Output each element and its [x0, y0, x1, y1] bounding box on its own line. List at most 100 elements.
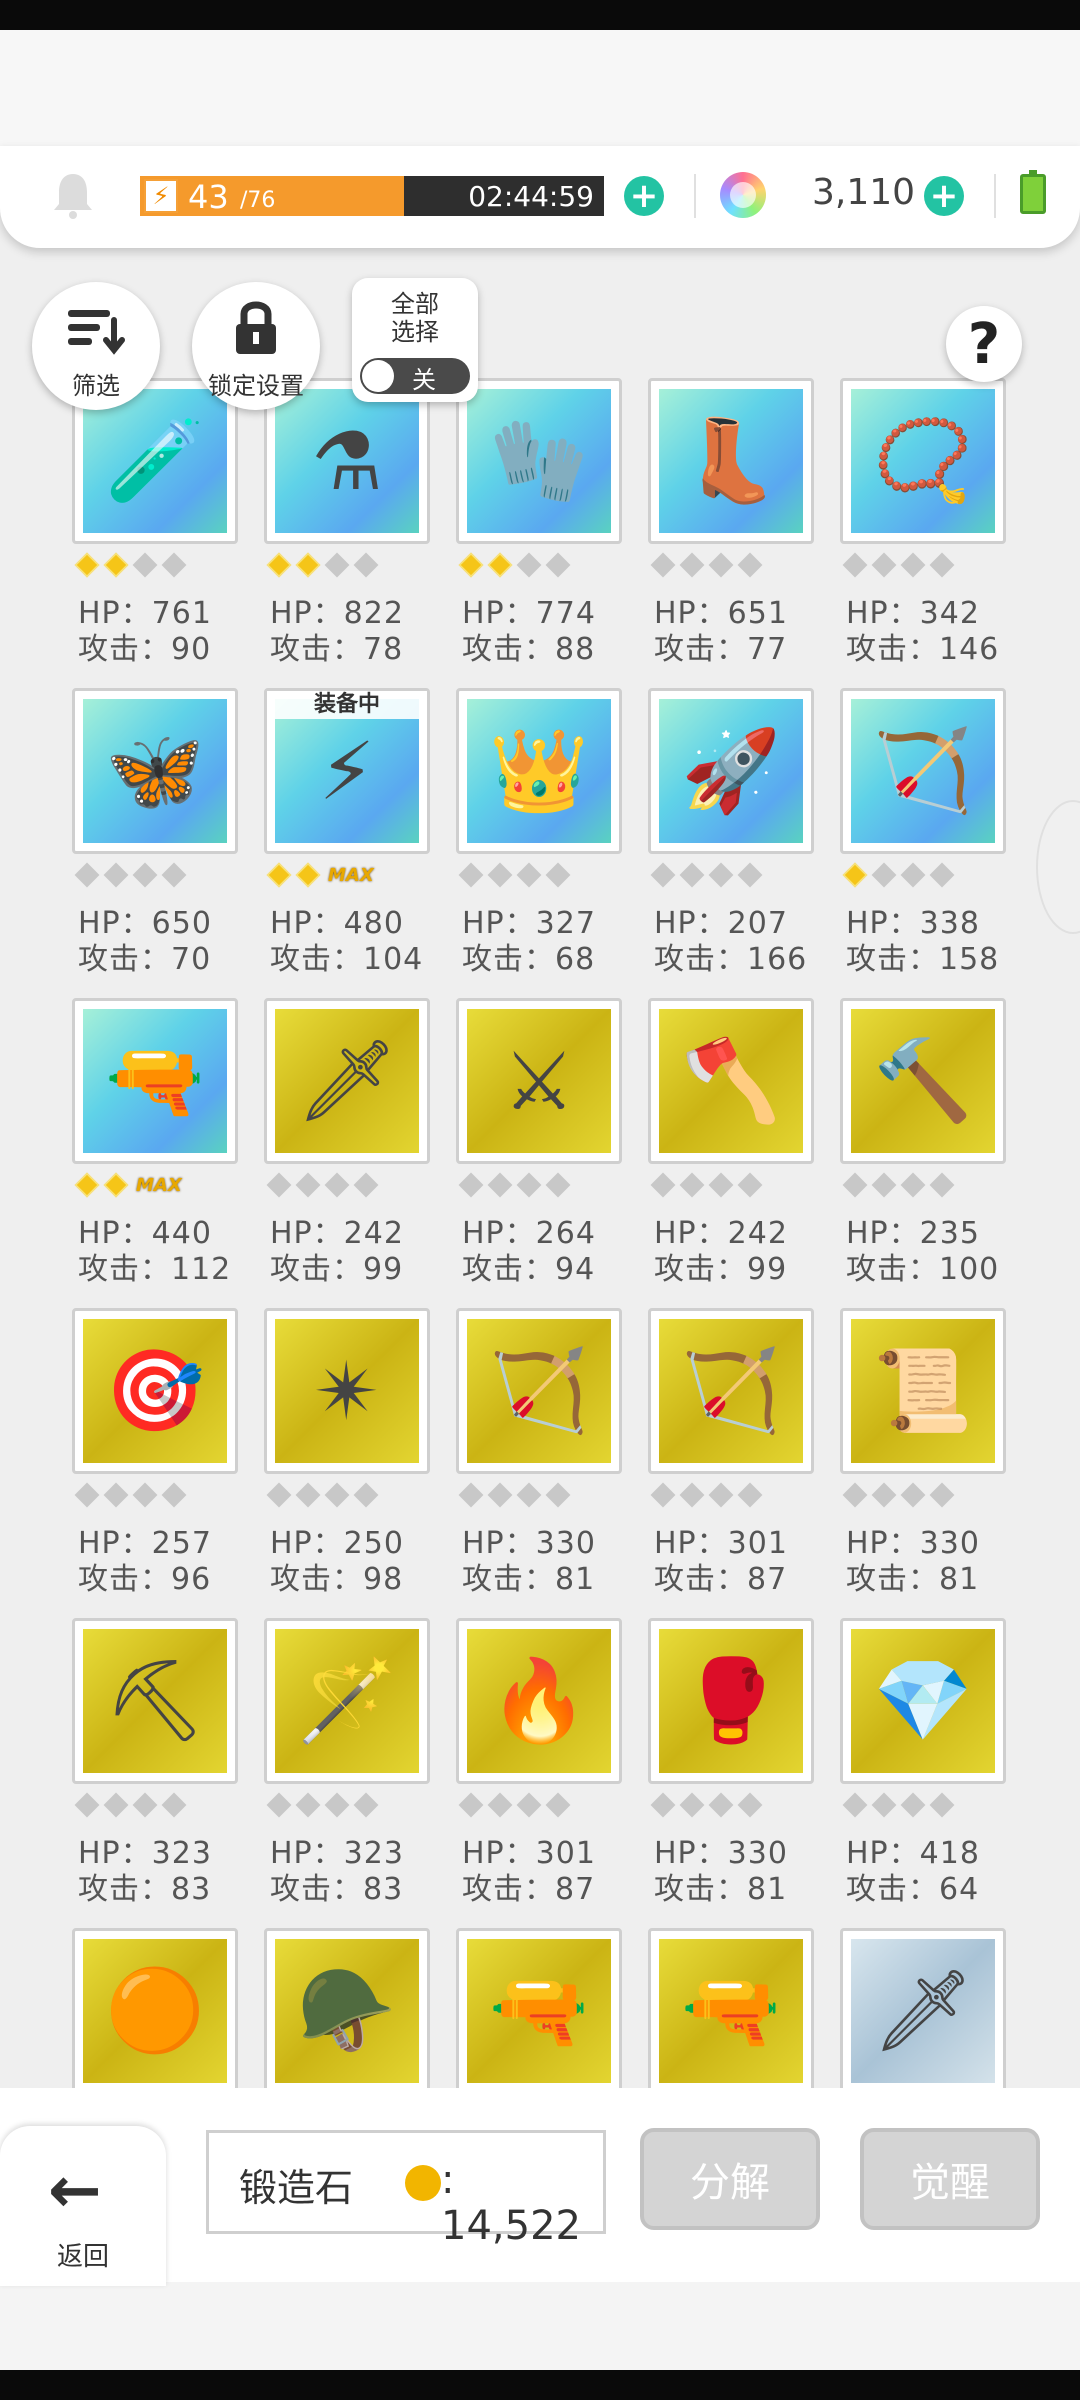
wood-bow-icon: 🏹 — [851, 699, 995, 843]
grey-star-icon — [295, 1792, 321, 1818]
item-slot-amber-amulet[interactable]: 🟠 — [72, 1928, 264, 2088]
item-card[interactable]: 🔫 — [72, 998, 238, 1164]
item-slot-pistol[interactable]: 🔫 — [648, 1928, 840, 2088]
item-attack: 攻击：99 — [270, 1252, 404, 1287]
item-card[interactable]: 🥊 — [648, 1618, 814, 1784]
grey-star-icon — [161, 862, 187, 888]
item-card[interactable]: 🔫 — [456, 1928, 622, 2088]
item-slot-blue-blaster[interactable]: 🔫 — [456, 1928, 648, 2088]
item-slot-steel-sword[interactable]: 🗡 — [840, 1928, 1032, 2088]
grey-star-icon — [650, 1792, 676, 1818]
grey-star-icon — [516, 552, 542, 578]
item-card[interactable]: 🪓 — [648, 998, 814, 1164]
item-slot-wood-bow[interactable]: 🏹 HP：338 攻击：158 — [840, 688, 1032, 988]
grey-star-icon — [324, 1482, 350, 1508]
item-slot-battle-axe[interactable]: 🪓 HP：242 攻击：99 — [648, 998, 840, 1298]
item-card[interactable]: ⚡ 装备中 — [264, 688, 430, 854]
lightning-icon: ⚡ — [144, 179, 178, 213]
item-card[interactable]: 🗡 — [840, 1928, 1006, 2088]
awaken-button[interactable]: 觉醒 — [860, 2128, 1040, 2230]
item-slot-poison-potion[interactable]: 🧪 HP：761 攻击：90 — [72, 378, 264, 678]
rarity-stars — [458, 1480, 576, 1510]
item-attack: 攻击：78 — [270, 632, 404, 667]
help-button[interactable]: ? — [946, 306, 1022, 382]
item-slot-thunder-crown[interactable]: ⚡ 装备中 MAX HP：480 攻击：104 — [264, 688, 456, 988]
item-card[interactable]: 🪄 — [264, 1618, 430, 1784]
add-gems-button[interactable]: + — [924, 176, 964, 216]
grey-star-icon — [458, 1482, 484, 1508]
divider — [694, 174, 696, 218]
item-card[interactable]: 🧤 — [456, 378, 622, 544]
thunder-crown-icon: ⚡ — [275, 699, 419, 843]
grey-star-icon — [353, 1172, 379, 1198]
item-slot-star-staff[interactable]: ✴ HP：250 攻击：98 — [264, 1308, 456, 1608]
item-slot-dark-helmet[interactable]: 🪖 — [264, 1928, 456, 2088]
item-card[interactable]: 🏹 — [648, 1308, 814, 1474]
item-slot-green-bow[interactable]: 🏹 HP：301 攻击：87 — [648, 1308, 840, 1608]
item-card[interactable]: ⚔ — [456, 998, 622, 1164]
item-card[interactable]: ⛏ — [72, 1618, 238, 1784]
item-slot-ice-sword[interactable]: 🗡 HP：242 攻击：99 — [264, 998, 456, 1298]
item-slot-blue-gem[interactable]: 💎 HP：418 攻击：64 — [840, 1618, 1032, 1918]
grey-star-icon — [545, 1482, 571, 1508]
item-attack: 攻击：96 — [78, 1562, 212, 1597]
item-card[interactable]: 🪖 — [264, 1928, 430, 2088]
item-card[interactable]: 🚀 — [648, 688, 814, 854]
item-card[interactable]: 🏹 — [456, 1308, 622, 1474]
item-attack: 攻击：77 — [654, 632, 788, 667]
grey-star-icon — [545, 1172, 571, 1198]
item-card[interactable]: 👢 — [648, 378, 814, 544]
item-card[interactable]: ⚗ — [264, 378, 430, 544]
item-slot-blue-potion[interactable]: ⚗ HP：822 攻击：78 — [264, 378, 456, 678]
item-slot-boot[interactable]: 👢 HP：651 攻击：77 — [648, 378, 840, 678]
item-slot-gauntlet[interactable]: 🧤 HP：774 攻击：88 — [456, 378, 648, 678]
item-slot-pickaxe-bow[interactable]: ⛏ HP：323 攻击：83 — [72, 1618, 264, 1918]
item-card[interactable]: 👑 — [456, 688, 622, 854]
energy-timer: 02:44:59 — [468, 180, 594, 213]
item-card[interactable]: 🎯 — [72, 1308, 238, 1474]
grey-star-icon — [324, 1792, 350, 1818]
item-slot-bracelet[interactable]: 📿 HP：342 攻击：146 — [840, 378, 1032, 678]
item-card[interactable]: 🏹 — [840, 688, 1006, 854]
bell-icon[interactable] — [50, 170, 96, 220]
item-slot-rifle[interactable]: 🔫 MAX HP：440 攻击：112 — [72, 998, 264, 1298]
item-card[interactable]: 📿 — [840, 378, 1006, 544]
lock-settings-button[interactable]: 锁定设置 — [192, 282, 320, 410]
item-slot-dark-sword[interactable]: ⚔ HP：264 攻击：94 — [456, 998, 648, 1298]
item-card[interactable]: 🔥 — [456, 1618, 622, 1784]
item-slot-fire-spear[interactable]: 🚀 HP：207 攻击：166 — [648, 688, 840, 988]
grey-star-icon — [929, 552, 955, 578]
item-attack: 攻击：100 — [846, 1252, 1000, 1287]
item-slot-spell-book[interactable]: 📜 HP：330 攻击：81 — [840, 1308, 1032, 1608]
item-card[interactable]: 🔫 — [648, 1928, 814, 2088]
gold-star-icon — [266, 552, 292, 578]
item-attack: 攻击：146 — [846, 632, 1000, 667]
gold-star-icon — [74, 552, 100, 578]
item-card[interactable]: 🗡 — [264, 998, 430, 1164]
energy-max: /76 — [240, 188, 276, 213]
item-card[interactable]: 🟠 — [72, 1928, 238, 2088]
item-slot-wings[interactable]: 🦋 HP：650 攻击：70 — [72, 688, 264, 988]
item-slot-crossbow[interactable]: 🎯 HP：257 攻击：96 — [72, 1308, 264, 1608]
item-slot-dark-staff[interactable]: 🪄 HP：323 攻击：83 — [264, 1618, 456, 1918]
item-card[interactable]: 💎 — [840, 1618, 1006, 1784]
item-slot-gold-hammer[interactable]: 🔨 HP：235 攻击：100 — [840, 998, 1032, 1298]
dismantle-button[interactable]: 分解 — [640, 2128, 820, 2230]
grey-star-icon — [353, 1482, 379, 1508]
item-card[interactable]: 📜 — [840, 1308, 1006, 1474]
poison-potion-icon: 🧪 — [83, 389, 227, 533]
rifle-icon: 🔫 — [83, 1009, 227, 1153]
item-card[interactable]: ✴ — [264, 1308, 430, 1474]
item-card[interactable]: 🔨 — [840, 998, 1006, 1164]
item-slot-fire-staff[interactable]: 🔥 HP：301 攻击：87 — [456, 1618, 648, 1918]
grey-star-icon — [679, 552, 705, 578]
add-energy-button[interactable]: + — [624, 176, 664, 216]
item-slot-blue-bow[interactable]: 🏹 HP：330 攻击：81 — [456, 1308, 648, 1608]
filter-button[interactable]: 筛选 — [32, 282, 160, 410]
item-slot-red-glove[interactable]: 🥊 HP：330 攻击：81 — [648, 1618, 840, 1918]
item-slot-gold-crown[interactable]: 👑 HP：327 攻击：68 — [456, 688, 648, 988]
grey-star-icon — [103, 862, 129, 888]
select-all-toggle[interactable]: 关 — [360, 358, 470, 394]
item-card[interactable]: 🦋 — [72, 688, 238, 854]
back-button[interactable]: ← 返回 — [0, 2126, 166, 2286]
